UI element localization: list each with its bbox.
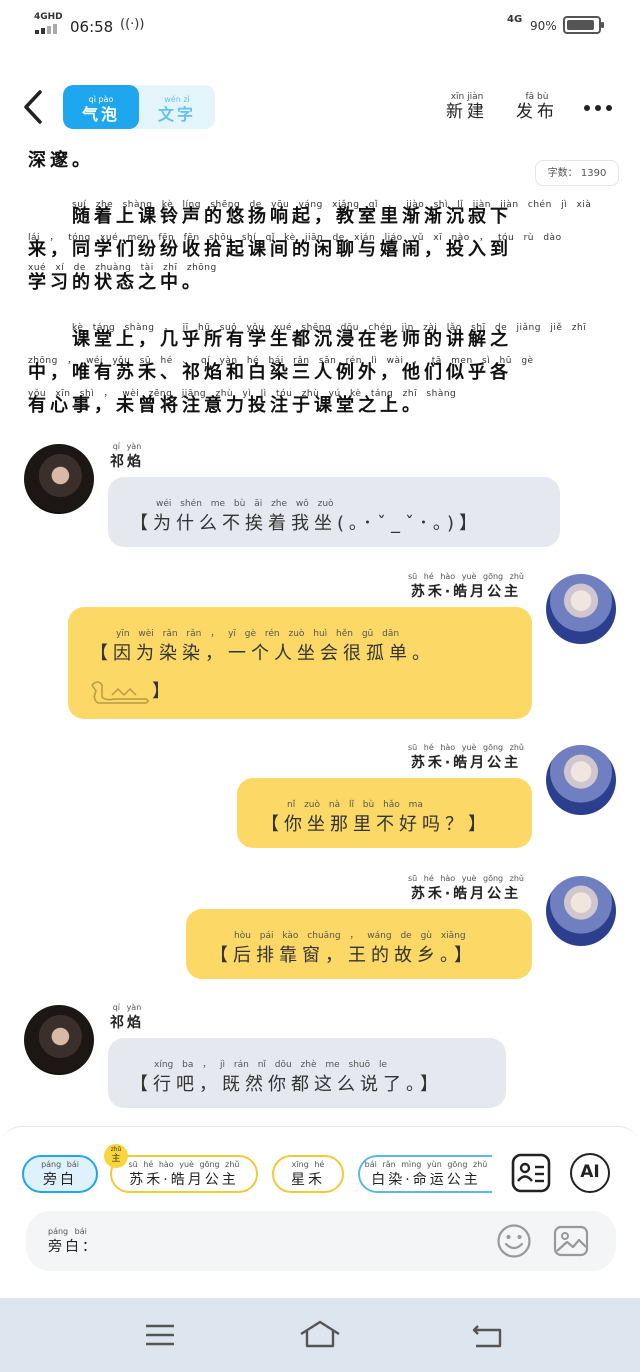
menu-icon[interactable] (140, 1318, 180, 1352)
protagonist-badge: zhǔ 主 (104, 1144, 128, 1168)
narration-line: 中，唯有苏禾、祁焰和白染三人例外，他们似乎各 (28, 362, 512, 383)
message-bubble[interactable]: wéi shén me bù āi zhe wǒ zuò 【为什么不挨着我坐(｡… (108, 477, 560, 547)
system-nav-bar (0, 1298, 640, 1372)
new-button[interactable]: xīn jiàn 新建 (446, 92, 488, 122)
battery-percent: 90% (530, 19, 557, 33)
role-chip-suhe[interactable]: sū hé hào yuè gōng zhǔ 苏禾·皓月公主 (110, 1155, 258, 1193)
avatar[interactable] (546, 745, 616, 815)
input-role-label: páng bái 旁白： (48, 1227, 99, 1255)
avatar[interactable] (546, 574, 616, 644)
back-icon[interactable] (468, 1318, 508, 1352)
battery-icon (563, 16, 604, 34)
message-bubble[interactable]: xíng ba ， jì rán nǐ dōu zhè me shuō le 【… (108, 1038, 506, 1108)
role-chip-xinghe[interactable]: xīng hé 星禾 (272, 1155, 344, 1193)
hotspot-icon: ((·)) (120, 17, 145, 32)
speaker-name: sū hé hào yuè gōng zhǔ 苏禾·皓月公主 (408, 874, 524, 902)
tab-text[interactable]: wén zì 文字 (139, 85, 215, 129)
emoji-icon[interactable] (496, 1223, 532, 1259)
tab-bubble[interactable]: qì pào 气泡 (63, 85, 139, 129)
image-icon[interactable] (553, 1223, 589, 1259)
role-chip-bairan[interactable]: bái rǎn mìng yùn gōng zhǔ 白染·命运公主 (358, 1155, 492, 1193)
speaker-name: sū hé hào yuè gōng zhǔ 苏禾·皓月公主 (408, 572, 524, 600)
publish-button[interactable]: fā bù 发布 (516, 92, 558, 122)
word-count-badge: 字数： 1390 (535, 160, 619, 186)
message-input[interactable]: páng bái 旁白： (26, 1211, 616, 1271)
narration-line: 学习的状态之中。 (28, 272, 204, 293)
clock: 06:58 (70, 18, 114, 36)
message-bubble[interactable]: hòu pái kào chuāng ， wáng de gù xiāng 【后… (186, 909, 532, 979)
avatar[interactable] (24, 1005, 94, 1075)
signal-icon (35, 24, 63, 34)
narration-line: 有心事，未曾将注意力投注于课堂之上。 (28, 395, 424, 416)
composer: páng bái 旁白 sū hé hào yuè gōng zhǔ 苏禾·皓月… (0, 1126, 640, 1298)
goose-sticker-icon (91, 681, 149, 704)
narration-line: 来，同学们纷纷收拾起课间的闲聊与嬉闹，投入到 (28, 239, 512, 260)
avatar[interactable] (546, 876, 616, 946)
ai-icon[interactable]: AI (570, 1153, 610, 1193)
back-arrow-icon[interactable] (20, 88, 50, 126)
role-card-icon[interactable] (511, 1153, 551, 1193)
more-icon[interactable] (584, 105, 614, 113)
speaker-name: qí yàn 祁焰 (110, 442, 144, 470)
home-icon[interactable] (298, 1318, 342, 1352)
message-bubble[interactable]: yīn wèi rǎn rǎn ， yī gè rén zuò huì hěn … (68, 607, 532, 719)
top-bar: qì pào 气泡 wén zì 文字 xīn jiàn 新建 fā bù 发布 (0, 80, 640, 136)
mode-switch: qì pào 气泡 wén zì 文字 (63, 85, 215, 129)
narration-line: 深邃。 (28, 150, 94, 171)
network-type: 4GHD (34, 12, 63, 22)
status-bar: 4GHD 06:58 ((·)) 4G 90% (0, 0, 640, 52)
speaker-name: sū hé hào yuè gōng zhǔ 苏禾·皓月公主 (408, 743, 524, 771)
message-bubble[interactable]: nǐ zuò nà lǐ bù hǎo ma 【你坐那里不好吗？】 (237, 778, 532, 848)
avatar[interactable] (24, 444, 94, 514)
narration-line: 课堂上，几乎所有学生都沉浸在老师的讲解之 (28, 329, 512, 350)
role-chip-narrator[interactable]: páng bái 旁白 (22, 1155, 98, 1193)
speaker-name: qí yàn 祁焰 (110, 1003, 144, 1031)
narration-line: 随着上课铃声的悠扬响起，教室里渐渐沉寂下 (28, 206, 512, 227)
network-right: 4G (507, 14, 523, 25)
